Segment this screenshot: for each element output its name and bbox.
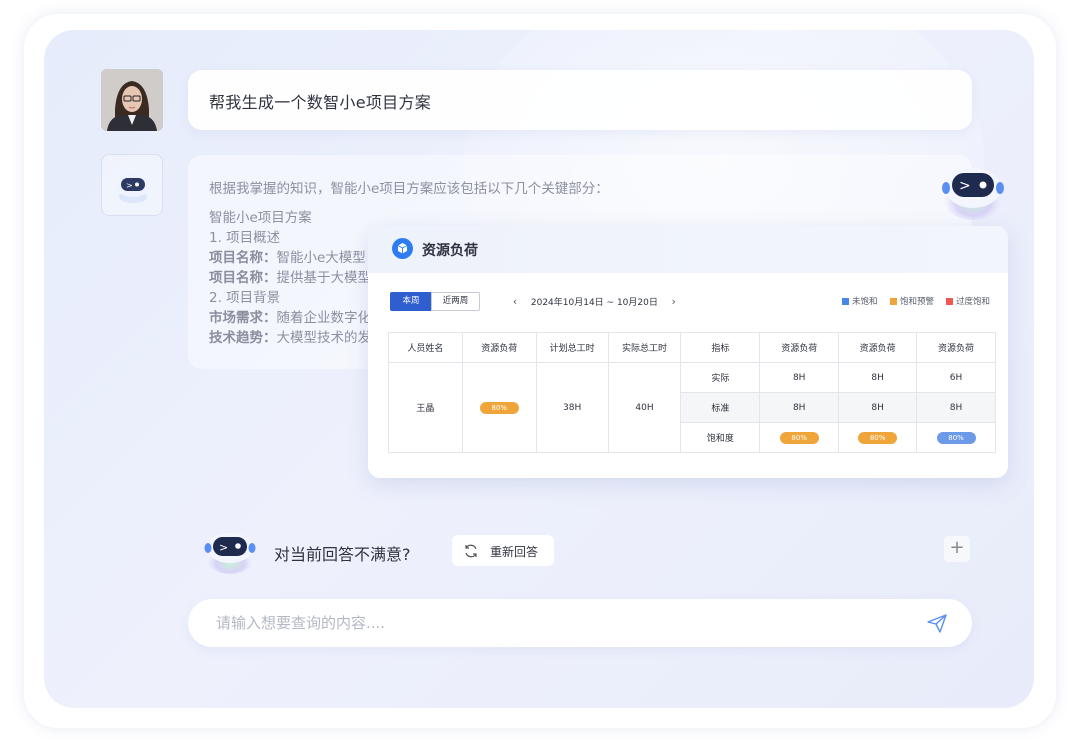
legend-swatch-red — [946, 297, 953, 305]
assistant-robot-icon: > — [200, 527, 260, 575]
card-header: 资源负荷 — [368, 226, 1008, 273]
saturation-pill: 80% — [858, 431, 898, 444]
answer-item-4: 技术趋势：大模型技术的发 — [209, 326, 371, 346]
person-name: 王晶 — [388, 362, 463, 453]
user-message-text: 帮我生成一个数智小e项目方案 — [209, 93, 432, 112]
table-header-row: 人员姓名 资源负荷 计划总工时 实际总工时 指标 资源负荷 资源负荷 资源负荷 — [388, 332, 996, 363]
legend-swatch-blue — [842, 297, 849, 305]
metric-label: 实际 — [680, 362, 761, 393]
col-header: 资源负荷 — [759, 332, 840, 363]
regenerate-label: 重新回答 — [490, 545, 539, 559]
answer-item-1-text: 智能小e大模型 — [276, 250, 366, 266]
col-header: 人员姓名 — [388, 332, 463, 363]
legend-label: 饱和预警 — [900, 297, 935, 307]
regenerate-button[interactable]: 重新回答 — [452, 535, 554, 566]
col-header: 指标 — [680, 332, 761, 363]
legend-label: 未饱和 — [852, 297, 878, 307]
load-cell: 80% — [461, 362, 537, 453]
table-cell: 8H — [759, 392, 840, 423]
refresh-icon — [465, 544, 477, 558]
answer-heading: 智能小e项目方案 — [209, 210, 312, 226]
card-title: 资源负荷 — [422, 243, 478, 259]
col-header: 实际总工时 — [607, 332, 682, 363]
assistant-avatar: > — [101, 154, 163, 216]
answer-item-2: 项目名称：提供基于大模型 — [209, 266, 371, 286]
cube-icon — [392, 238, 413, 259]
send-icon[interactable] — [926, 612, 948, 634]
metric-label: 标准 — [680, 392, 761, 423]
legend-unsaturated: 未饱和 — [842, 295, 878, 307]
answer-section-1: 1. 项目概述 — [209, 230, 281, 246]
load-pill: 80% — [479, 401, 519, 414]
answer-item-4-text: 大模型技术的发 — [276, 330, 372, 346]
answer-intro: 根据我掌握的知识，智能小e项目方案应该包括以下几个关键部分： — [209, 181, 609, 197]
table-cell: 8H — [916, 392, 996, 423]
robot-icon: > — [116, 173, 150, 203]
tab-two-weeks[interactable]: 近两周 — [431, 292, 480, 311]
svg-text:>: > — [219, 541, 228, 554]
svg-text:>: > — [126, 181, 133, 190]
chevron-left-icon[interactable]: ‹ — [508, 292, 522, 311]
answer-item-1: 项目名称：智能小e大模型 — [209, 246, 366, 266]
resource-load-card: 资源负荷 本周 近两周 ‹ 2024年10月14日 ~ 10月20日 › 未饱和… — [368, 226, 1008, 478]
saturation-pill: 80% — [779, 431, 819, 444]
tab-this-week[interactable]: 本周 — [390, 292, 432, 311]
col-header: 资源负荷 — [461, 332, 537, 363]
answer-item-2-label: 项目名称： — [209, 270, 277, 286]
answer-item-3-label: 市场需求： — [209, 310, 277, 326]
answer-item-1-label: 项目名称： — [209, 250, 277, 266]
table-cell: 8H — [838, 392, 918, 423]
answer-item-2-text: 提供基于大模型 — [276, 270, 372, 286]
actual-hours: 40H — [607, 362, 682, 453]
plus-button[interactable]: + — [944, 536, 970, 562]
col-header: 资源负荷 — [838, 332, 918, 363]
table-cell: 80% — [759, 422, 840, 453]
answer-section-2: 2. 项目背景 — [209, 290, 281, 306]
resource-table: 人员姓名 资源负荷 计划总工时 实际总工时 指标 资源负荷 资源负荷 资源负荷 … — [388, 332, 996, 453]
answer-item-3-text: 随着企业数字化 — [276, 310, 372, 326]
table-cell: 80% — [838, 422, 918, 453]
legend-warning: 饱和预警 — [890, 295, 934, 307]
query-input-box — [188, 599, 972, 647]
planned-hours: 38H — [535, 362, 609, 453]
feedback-question: 对当前回答不满意? — [274, 545, 411, 564]
chevron-right-icon[interactable]: › — [667, 292, 681, 311]
saturation-pill: 80% — [936, 431, 976, 444]
col-header: 计划总工时 — [535, 332, 609, 363]
table-cell: 6H — [916, 362, 996, 393]
legend-oversaturated: 过度饱和 — [946, 295, 990, 307]
date-range: 2024年10月14日 ~ 10月20日 — [530, 298, 658, 308]
metric-label: 饱和度 — [680, 422, 761, 453]
col-header: 资源负荷 — [916, 332, 996, 363]
table-row: 王晶 80% 38H 40H 实际 8H 8H 6H — [388, 362, 996, 453]
legend-label: 过度饱和 — [956, 297, 991, 307]
legend-swatch-orange — [890, 297, 897, 305]
table-cell: 80% — [916, 422, 996, 453]
date-navigator: ‹ 2024年10月14日 ~ 10月20日 › — [508, 292, 681, 311]
answer-item-4-label: 技术趋势： — [209, 330, 277, 346]
query-input[interactable] — [216, 611, 896, 635]
user-message-bubble: 帮我生成一个数智小e项目方案 — [188, 70, 972, 130]
table-cell: 8H — [759, 362, 840, 393]
table-cell: 8H — [838, 362, 918, 393]
floating-robot-icon: > — [938, 160, 1008, 222]
answer-item-3: 市场需求：随着企业数字化 — [209, 306, 371, 326]
svg-text:>: > — [959, 178, 971, 194]
user-avatar — [101, 69, 163, 131]
